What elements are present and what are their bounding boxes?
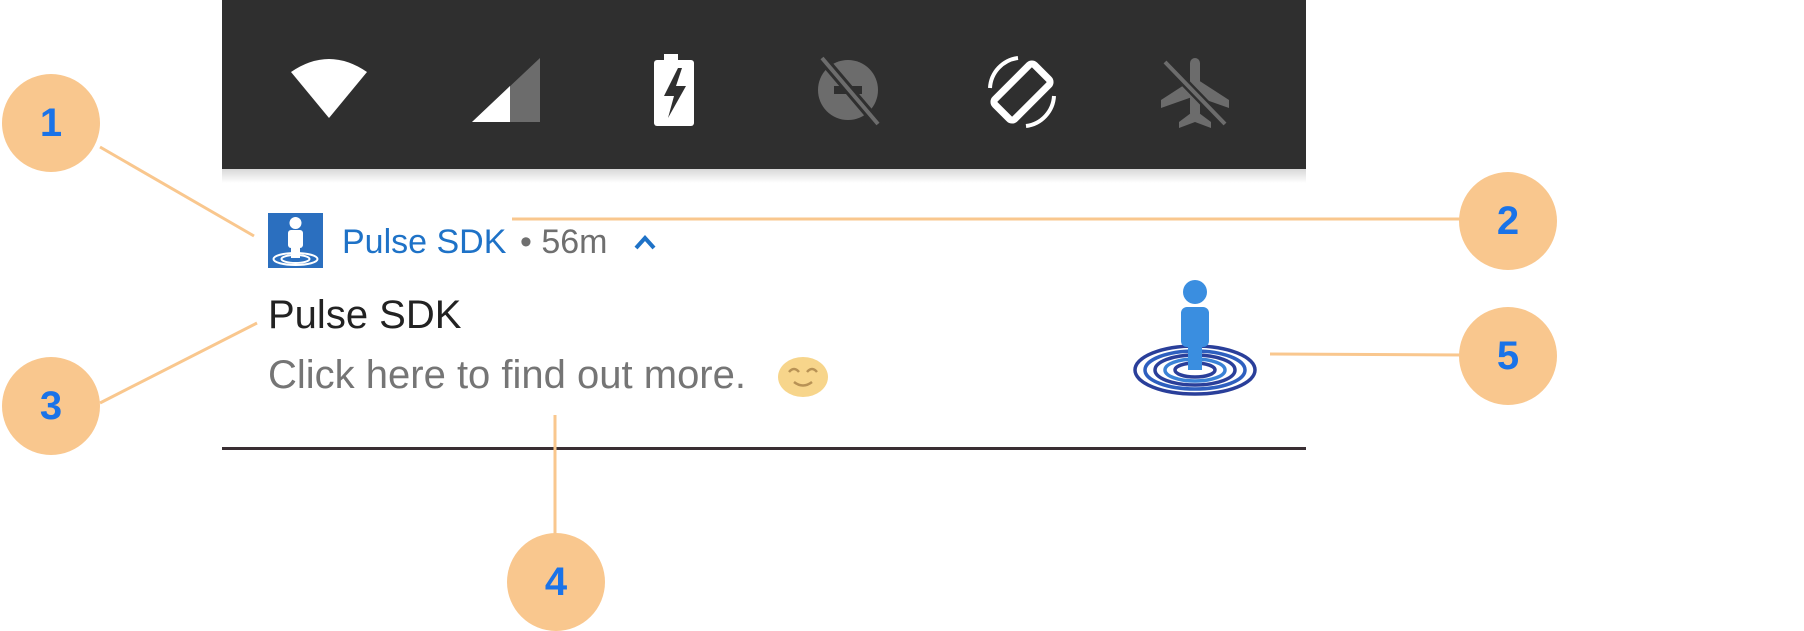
callout-badge-2: 2: [1459, 172, 1557, 270]
leader-line-5: [1269, 352, 1465, 357]
leader-line-1: [99, 145, 255, 238]
callout-badge-3: 3: [2, 357, 100, 455]
callout-badge-1: 1: [2, 74, 100, 172]
leader-line-3: [99, 321, 258, 405]
callout-badge-5: 5: [1459, 307, 1557, 405]
callout-badge-4: 4: [507, 533, 605, 631]
